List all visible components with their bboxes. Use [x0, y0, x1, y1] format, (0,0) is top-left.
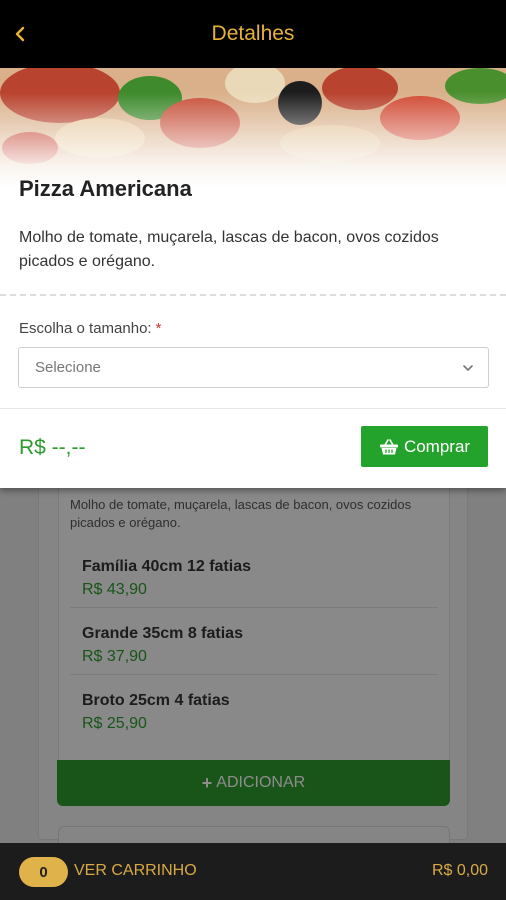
size-select-value: Selecione: [35, 359, 101, 376]
app-header: Detalhes: [0, 0, 506, 68]
cart-total: R$ 0,00: [431, 862, 488, 879]
chevron-left-icon: [15, 26, 25, 42]
size-label-text: Escolha o tamanho:: [19, 320, 152, 337]
back-button[interactable]: [14, 18, 34, 50]
product-name: Pizza Americana: [19, 176, 192, 201]
view-cart-label: VER CARRINHO: [74, 862, 197, 879]
product-details-modal: Pizza Americana Molho de tomate, muçarel…: [0, 68, 506, 488]
total-price: R$ --,--: [19, 436, 86, 459]
buy-button[interactable]: Comprar: [361, 426, 488, 467]
cart-count-badge: 0: [19, 857, 68, 887]
basket-icon: [379, 438, 398, 454]
product-image: [0, 68, 506, 188]
cart-bar[interactable]: 0 VER CARRINHO R$ 0,00: [0, 843, 506, 900]
size-label: Escolha o tamanho: *: [19, 320, 161, 337]
size-select[interactable]: Selecione: [18, 347, 489, 388]
buy-button-label: Comprar: [403, 436, 471, 456]
chevron-down-icon: [463, 365, 473, 371]
product-description: Molho de tomate, muçarela, lascas de bac…: [19, 229, 439, 270]
divider: [0, 408, 506, 409]
required-mark: *: [155, 320, 162, 337]
page-title: Detalhes: [211, 22, 295, 45]
divider: [0, 294, 506, 296]
